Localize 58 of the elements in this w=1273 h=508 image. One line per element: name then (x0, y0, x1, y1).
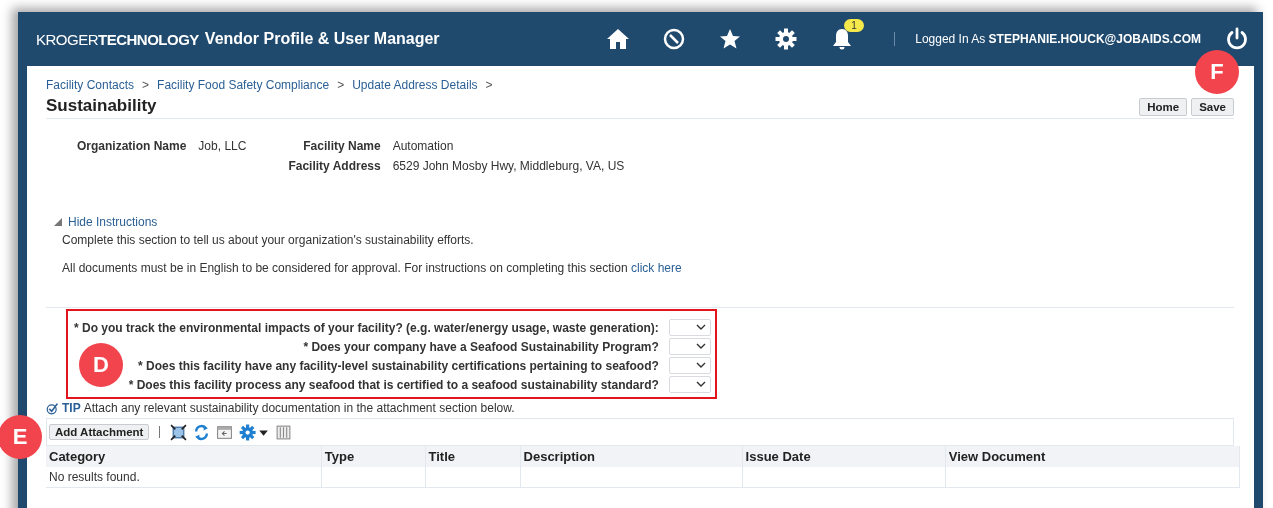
tip-text: Attach any relevant sustainability documentation in the attachment section below. (83, 401, 515, 415)
chevron-down-icon (695, 324, 706, 331)
question-label: * Do you track the environmental impacts of your facility? (e.g. water/energy usage, waste generation): (74, 320, 659, 335)
settings-menu-icon[interactable] (239, 423, 270, 441)
star-icon[interactable] (718, 27, 743, 51)
column-header: View Document (945, 446, 1240, 467)
field-label: Facility Address (288, 159, 381, 173)
compass-icon[interactable] (662, 27, 687, 51)
home-icon[interactable] (606, 27, 631, 51)
callout-marker: E (0, 415, 42, 459)
page-title: Sustainability (46, 96, 157, 116)
column-header: Category (46, 446, 322, 467)
question-label: * Does this facility process any seafood that is certified to a seafood sustainability standard? (128, 377, 659, 392)
chevron-down-icon (695, 381, 706, 388)
field-value: 6529 John Mosby Hwy, Middleburg, VA, US (392, 159, 625, 173)
field-value: Automation (392, 139, 455, 153)
field-value: Job, LLC (198, 139, 247, 153)
dropdown-field[interactable] (668, 376, 711, 393)
column-header: Description (520, 446, 743, 467)
add-attachment-button[interactable]: Add Attachment (49, 424, 150, 440)
breadcrumb-link[interactable]: Facility Food Safety Compliance (157, 78, 330, 92)
columns-icon[interactable] (275, 423, 293, 441)
click-here-link[interactable]: click here (630, 261, 682, 275)
instruction-text: Complete this section to tell us about your organization's sustainability efforts. (62, 233, 475, 247)
field-label: Facility Name (302, 139, 381, 153)
detach-icon[interactable] (216, 423, 234, 441)
toolbar-button[interactable]: Home (1139, 98, 1188, 116)
chevron-down-icon (695, 362, 706, 369)
breadcrumb-separator: > (142, 78, 150, 92)
app-title: Vendor Profile & User Manager (204, 30, 440, 48)
tip-label: TIP (62, 401, 81, 415)
hide-instructions-link[interactable]: Hide Instructions (68, 215, 158, 229)
toolbar-button[interactable]: Save (1191, 98, 1234, 116)
brand-logo: KROGERTECHNOLOGY (36, 30, 199, 48)
settings-icon[interactable] (774, 27, 799, 51)
question-label: * Does your company have a Seafood Sustainability Program? (303, 339, 659, 354)
dropdown-field[interactable] (668, 338, 711, 355)
breadcrumb-link[interactable]: Facility Contacts (46, 78, 135, 92)
field-label: Organization Name (77, 139, 187, 153)
breadcrumb-link[interactable]: Update Address Details (352, 78, 478, 92)
collapse-triangle-icon[interactable] (54, 218, 62, 226)
question-label: * Does this facility have any facility-level sustainability certifications pertaining to seafood? (138, 358, 659, 373)
logged-in-text: Logged In As STEPHANIE.HOUCK@JOBAIDS.COM (915, 32, 1201, 46)
notification-badge: 1 (844, 19, 864, 32)
breadcrumb-separator: > (485, 78, 493, 92)
breadcrumb-separator: > (337, 78, 345, 92)
empty-table-text: No results found. (46, 467, 322, 488)
column-header: Issue Date (742, 446, 946, 467)
fit-screen-icon[interactable] (170, 423, 188, 441)
check-circle-icon (46, 401, 59, 415)
chevron-down-icon (695, 343, 706, 350)
dropdown-field[interactable] (668, 319, 711, 336)
power-icon[interactable] (1225, 27, 1249, 51)
instruction-text: All documents must be in English to be considered for approval. For instructions on completing this section click here (62, 261, 683, 275)
column-header: Title (425, 446, 521, 467)
refresh-icon[interactable] (193, 423, 211, 441)
dropdown-field[interactable] (668, 357, 711, 374)
column-header: Type (321, 446, 425, 467)
